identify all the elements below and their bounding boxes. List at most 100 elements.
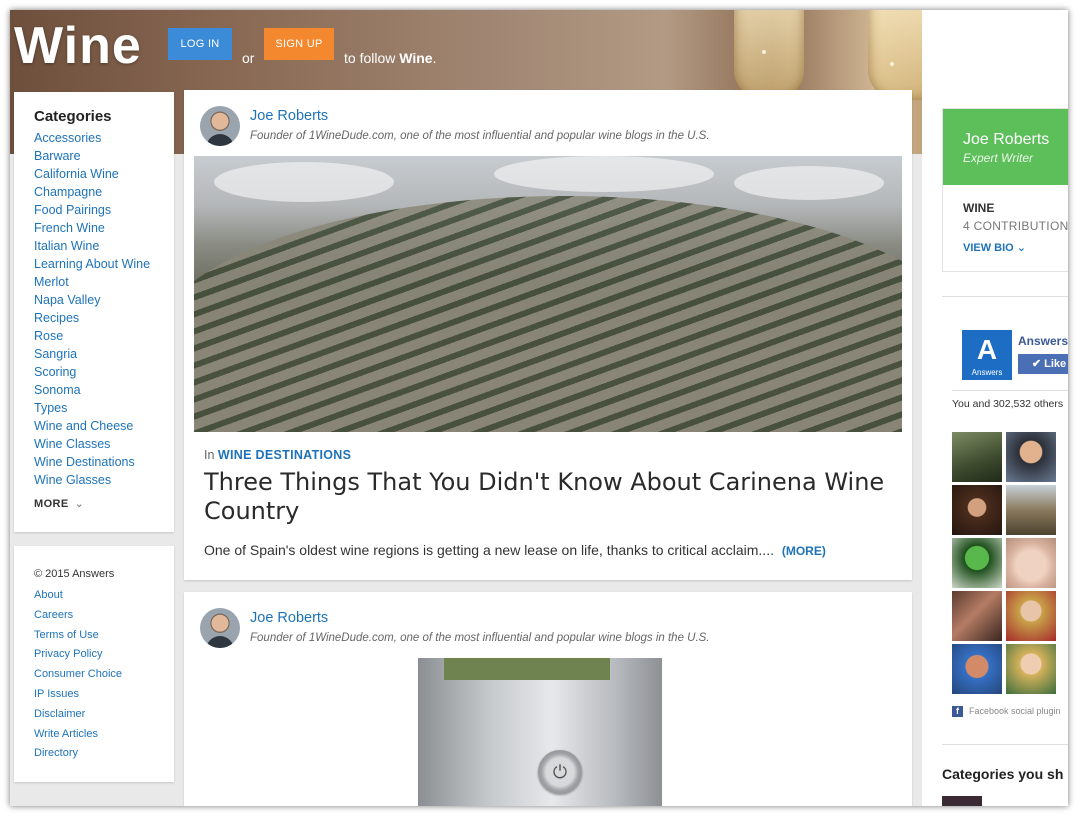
category-link-recipes[interactable]: Recipes xyxy=(34,309,174,327)
footer-panel: © 2015 Answers About Careers Terms of Us… xyxy=(14,546,174,782)
category-link-rose[interactable]: Rose xyxy=(34,327,174,345)
footer-link-about[interactable]: About xyxy=(34,586,174,606)
fan-avatar[interactable] xyxy=(952,432,1002,482)
fan-avatar[interactable] xyxy=(1006,644,1056,694)
fan-avatar[interactable] xyxy=(952,485,1002,535)
answers-logo-subtext: Answers xyxy=(971,368,1003,377)
more-categories-button[interactable]: MORE ⌄ xyxy=(34,497,174,510)
avatar[interactable] xyxy=(200,106,240,146)
check-icon: ✔ xyxy=(1031,358,1042,370)
right-sidebar: Joe Roberts Expert Writer WINE 4 CONTRIB… xyxy=(922,10,1068,806)
fan-avatar[interactable] xyxy=(1006,485,1056,535)
category-link-champagne[interactable]: Champagne xyxy=(34,183,174,201)
follow-text: to follow Wine. xyxy=(344,50,436,66)
facebook-plugin-link[interactable]: f Facebook social plugin xyxy=(952,706,1061,717)
category-link-wine-classes[interactable]: Wine Classes xyxy=(34,435,174,453)
footer-link-terms[interactable]: Terms of Use xyxy=(34,626,174,646)
category-link-learning-about-wine[interactable]: Learning About Wine xyxy=(34,255,174,273)
vineyard-image[interactable] xyxy=(194,156,902,432)
article-card: Joe Roberts Founder of 1WineDude.com, on… xyxy=(184,90,912,580)
or-text: or xyxy=(242,50,255,66)
fan-avatar[interactable] xyxy=(952,538,1002,588)
writer-topic: WINE xyxy=(963,201,995,215)
divider xyxy=(952,390,1068,391)
read-more-link[interactable]: (MORE) xyxy=(782,544,826,558)
chevron-down-icon: ⌄ xyxy=(1016,242,1027,254)
avatar-shoulders xyxy=(206,636,234,648)
facebook-likes-count: You and 302,532 others xyxy=(952,398,1064,410)
view-bio-label: VIEW BIO xyxy=(963,242,1014,254)
power-icon: ⏻ xyxy=(538,750,582,794)
category-link-wine-destinations[interactable]: Wine Destinations xyxy=(34,453,174,471)
browser-viewport: Wine LOG IN or SIGN UP to follow Wine. C… xyxy=(10,10,1068,806)
category-link-barware[interactable]: Barware xyxy=(34,147,174,165)
category-link-wine-and-cheese[interactable]: Wine and Cheese xyxy=(34,417,174,435)
article-title-link[interactable]: Three Things That You Didn't Know About … xyxy=(204,468,894,526)
avatar[interactable] xyxy=(200,608,240,648)
categories-title: Categories xyxy=(34,108,112,125)
category-link-scoring[interactable]: Scoring xyxy=(34,363,174,381)
author-name-link[interactable]: Joe Roberts xyxy=(250,610,328,626)
category-link-food-pairings[interactable]: Food Pairings xyxy=(34,201,174,219)
category-link-sangria[interactable]: Sangria xyxy=(34,345,174,363)
category-link-french-wine[interactable]: French Wine xyxy=(34,219,174,237)
device-image[interactable]: ⏻ xyxy=(418,658,662,806)
footer-link-careers[interactable]: Careers xyxy=(34,606,174,626)
login-button[interactable]: LOG IN xyxy=(168,28,232,60)
article-category-link[interactable]: WINE DESTINATIONS xyxy=(218,448,351,462)
cloud-shape xyxy=(214,162,394,202)
facebook-page-name[interactable]: Answers.c xyxy=(1018,334,1068,348)
footer-link-consumer-choice[interactable]: Consumer Choice xyxy=(34,665,174,685)
footer-link-disclaimer[interactable]: Disclaimer xyxy=(34,705,174,725)
article-category-line: In WINE DESTINATIONS xyxy=(204,448,351,462)
facebook-icon: f xyxy=(952,706,963,717)
author-name-link[interactable]: Joe Roberts xyxy=(250,108,328,124)
excerpt-text: One of Spain's oldest wine regions is ge… xyxy=(204,542,774,558)
vineyard-rows xyxy=(194,196,902,432)
footer-link-write-articles[interactable]: Write Articles xyxy=(34,725,174,745)
site-title[interactable]: Wine xyxy=(14,16,142,76)
follow-prefix: to follow xyxy=(344,50,400,66)
writer-header: Joe Roberts Expert Writer xyxy=(943,109,1068,185)
footer-link-ip-issues[interactable]: IP Issues xyxy=(34,685,174,705)
champagne-glass-image xyxy=(734,10,804,100)
bubble-decoration xyxy=(890,62,894,66)
category-thumbnail[interactable] xyxy=(942,796,982,806)
facebook-like-button[interactable]: ✔ Like xyxy=(1018,354,1068,374)
author-description: Founder of 1WineDude.com, one of the mos… xyxy=(250,632,710,644)
writer-name-link[interactable]: Joe Roberts xyxy=(963,131,1068,149)
category-link-italian-wine[interactable]: Italian Wine xyxy=(34,237,174,255)
answers-logo[interactable]: A Answers xyxy=(962,330,1012,380)
writer-role: Expert Writer xyxy=(963,151,1034,165)
facebook-widget: A Answers Answers.c ✔ Like You and 302,53… xyxy=(952,320,1068,720)
category-link-accessories[interactable]: Accessories xyxy=(34,129,174,147)
copyright-text: © 2015 Answers xyxy=(34,568,115,580)
fan-avatar[interactable] xyxy=(952,644,1002,694)
categories-you-follow-title: Categories you sh xyxy=(942,766,1064,782)
fan-avatar[interactable] xyxy=(952,591,1002,641)
fan-avatar[interactable] xyxy=(1006,538,1056,588)
category-link-sonoma[interactable]: Sonoma xyxy=(34,381,174,399)
category-link-merlot[interactable]: Merlot xyxy=(34,273,174,291)
categories-panel: Categories Accessories Barware Californi… xyxy=(14,92,174,532)
avatar-shoulders xyxy=(206,134,234,146)
article-card: Joe Roberts Founder of 1WineDude.com, on… xyxy=(184,592,912,806)
signup-button[interactable]: SIGN UP xyxy=(264,28,334,60)
category-link-napa-valley[interactable]: Napa Valley xyxy=(34,291,174,309)
writer-body: WINE 4 CONTRIBUTIONS VIEW BIO ⌄ xyxy=(943,185,1068,254)
category-link-types[interactable]: Types xyxy=(34,399,174,417)
chevron-down-icon: ⌄ xyxy=(74,498,85,510)
cloud-shape xyxy=(494,156,714,192)
footer-link-privacy[interactable]: Privacy Policy xyxy=(34,645,174,665)
category-link-wine-glasses[interactable]: Wine Glasses xyxy=(34,471,174,489)
category-link-california-wine[interactable]: California Wine xyxy=(34,165,174,183)
view-bio-button[interactable]: VIEW BIO ⌄ xyxy=(963,241,1068,254)
footer-link-directory[interactable]: Directory xyxy=(34,744,174,764)
divider xyxy=(942,744,1068,745)
fan-avatar[interactable] xyxy=(1006,591,1056,641)
divider xyxy=(942,296,1068,297)
fan-avatar[interactable] xyxy=(1006,432,1056,482)
device-screen xyxy=(444,658,610,680)
follow-topic: Wine xyxy=(399,50,433,66)
author-description: Founder of 1WineDude.com, one of the mos… xyxy=(250,130,710,142)
